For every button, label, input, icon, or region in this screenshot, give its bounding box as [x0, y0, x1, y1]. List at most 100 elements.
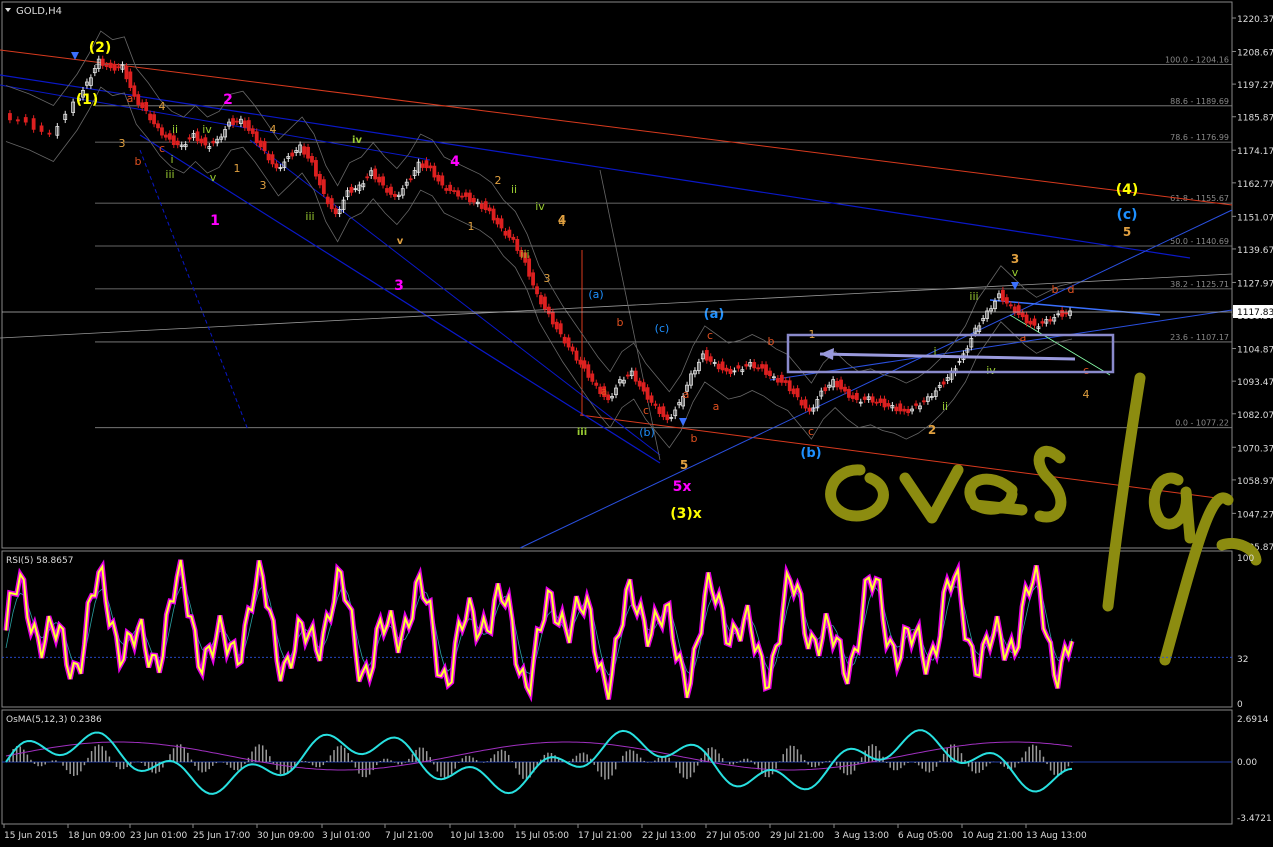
candle-body: [720, 361, 725, 371]
candle-body: [266, 153, 271, 161]
candle-body: [203, 137, 208, 146]
candle-body: [554, 321, 559, 330]
candle-body: [160, 127, 164, 136]
candle-body: [594, 382, 599, 386]
candle-body: [764, 364, 768, 375]
wave-label: (c): [1116, 207, 1137, 223]
candle-body: [922, 400, 926, 403]
candle-body: [641, 382, 646, 392]
candle-body: [8, 113, 12, 121]
candle-body: [578, 359, 583, 365]
chart-title: GOLD,H4: [16, 6, 62, 17]
time-axis: 15 Jun 2015 18 Jun 09:00 23 Jun 01:00 25 Ju…: [3, 824, 1087, 841]
candle-body: [708, 356, 713, 362]
wave-sublabel: b: [691, 432, 698, 445]
wave-sublabel: b: [768, 335, 775, 348]
candle-body: [424, 160, 429, 169]
time-tick-label: 3 Jul 01:00: [322, 831, 371, 841]
candle-body: [495, 217, 500, 225]
candle-body: [543, 296, 547, 310]
price-tick-label: 1185.87: [1237, 114, 1273, 124]
candle-body: [389, 186, 393, 195]
candle-body: [941, 381, 946, 385]
candle-body: [487, 207, 492, 212]
candle-body: [768, 370, 772, 377]
wave-sublabel: 2: [495, 174, 502, 187]
rsi-panel-frame: [1, 550, 1233, 708]
candle-body: [325, 196, 330, 205]
candle-body: [531, 272, 535, 286]
fib-level-label: 0.0 - 1077.22: [1175, 419, 1229, 428]
candle-body: [373, 168, 378, 180]
candle-body: [310, 156, 314, 163]
candle-body: [333, 208, 338, 215]
wave-sublabel: 4: [559, 216, 566, 229]
main-chart-frame: [1, 1, 1233, 549]
osma-panel-frame: [1, 709, 1233, 825]
candle-body: [47, 132, 52, 135]
price-tick-label: 1174.17: [1237, 147, 1273, 157]
time-tick-label: 7 Jul 21:00: [385, 831, 434, 841]
candle-body: [112, 63, 117, 71]
candle-body: [420, 163, 425, 168]
osma-tick-high: 2.6914: [1237, 715, 1269, 725]
candle-body: [914, 403, 918, 406]
dropdown-triangle-icon[interactable]: [5, 8, 11, 12]
candle-body: [479, 203, 484, 209]
candle-body: [258, 140, 263, 148]
candle-body: [108, 62, 113, 69]
candle-body: [795, 388, 800, 398]
wave-sublabel: (a): [588, 288, 603, 301]
trendline: [599, 169, 661, 461]
wave-sublabel: (c): [655, 322, 670, 335]
chart-canvas[interactable]: 100.0 - 1204.16 88.6 - 1189.69 78.6 - 1176…: [0, 0, 1273, 847]
price-tick-label: 1127.97: [1237, 279, 1273, 289]
price-tick-label: 1139.67: [1237, 246, 1273, 256]
candle-body: [306, 146, 310, 159]
fib-level-label: 50.0 - 1140.69: [1170, 237, 1229, 246]
candle-body: [503, 231, 508, 236]
wave-sublabel: 3: [119, 137, 126, 150]
price-tick-label: 1070.37: [1237, 444, 1273, 454]
wave-label: 2: [223, 92, 233, 108]
price-candles: [5, 30, 1073, 449]
candle-body: [270, 154, 275, 165]
wave-sublabel: c: [808, 425, 814, 438]
candle-body: [140, 102, 145, 108]
overlap-arrow: [819, 352, 1076, 361]
wave-sublabel: c: [707, 329, 713, 342]
candle-body: [1032, 318, 1037, 326]
fib-level-label: 23.6 - 1107.17: [1170, 333, 1229, 342]
candle-body: [546, 306, 551, 315]
candle-body: [1016, 305, 1021, 315]
candle-body: [728, 368, 733, 374]
candle-body: [231, 118, 235, 125]
osma-tick-low: -3.4721: [1237, 814, 1272, 824]
time-tick-label: 10 Jul 13:00: [450, 831, 504, 841]
price-tick-label: 1208.67: [1237, 48, 1273, 58]
candle-body: [39, 125, 44, 132]
candle-body: [428, 165, 433, 169]
wave-sublabel: 3: [544, 272, 551, 285]
candle-body: [847, 388, 851, 398]
candle-body: [317, 173, 322, 186]
candle-body: [440, 175, 445, 186]
wave-sublabel: v: [1012, 266, 1019, 279]
time-tick-label: 3 Aug 13:00: [834, 831, 889, 841]
wave-sublabel: 1: [234, 162, 241, 175]
candle-body: [456, 190, 460, 197]
candle-body: [625, 374, 630, 377]
candle-body: [590, 373, 595, 382]
time-tick-label: 27 Jul 05:00: [706, 831, 760, 841]
candle-body: [744, 364, 749, 367]
wave-sublabel: iv: [535, 200, 545, 213]
wave-label: 3: [1011, 252, 1019, 266]
candle-body: [570, 346, 575, 352]
osma-label: OsMA(5,12,3) 0.2386: [6, 715, 102, 725]
candle-body: [432, 165, 437, 178]
candle-body: [637, 380, 642, 387]
candle-body: [779, 374, 784, 383]
candle-body: [381, 176, 385, 186]
candle-body: [116, 66, 121, 69]
candle-body: [377, 176, 382, 183]
